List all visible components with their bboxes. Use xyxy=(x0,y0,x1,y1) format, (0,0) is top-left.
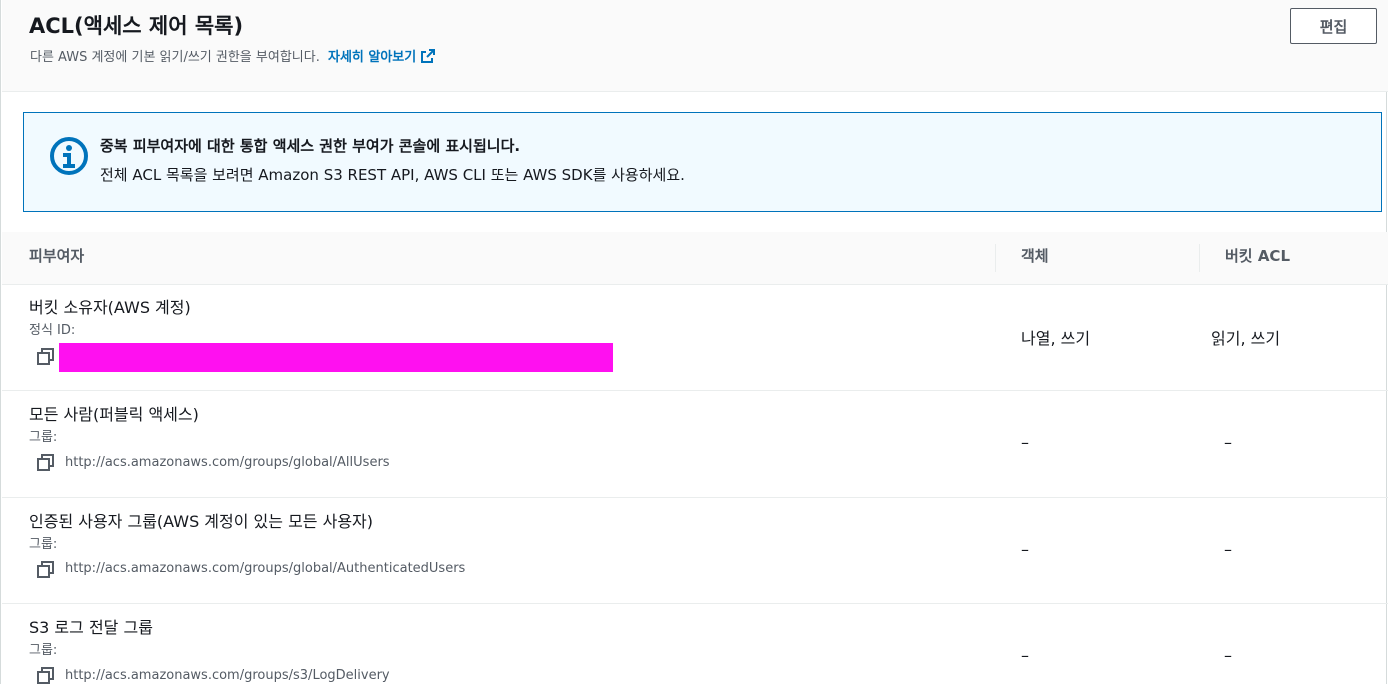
table-row: 버킷 소유자(AWS 계정) 정식 ID: 나열, 쓰기 읽기, 쓰기 xyxy=(2,285,1388,391)
table-row: 모든 사람(퍼블릭 액세스) 그룹: http://acs.amazonaws.… xyxy=(2,391,1388,498)
copy-icon[interactable] xyxy=(37,561,55,579)
description-text: 다른 AWS 계정에 기본 읽기/쓰기 권한을 부여합니다. xyxy=(30,50,320,65)
info-icon xyxy=(50,137,88,175)
column-header-objects: 객체 xyxy=(1021,247,1049,265)
column-header-bucket-acl: 버킷 ACL xyxy=(1225,247,1290,265)
grantee-name: S3 로그 전달 그룹 xyxy=(29,618,153,637)
copy-icon[interactable] xyxy=(37,348,55,366)
grantee-group-label: 그룹: xyxy=(29,537,58,552)
column-header-grantee: 피부여자 xyxy=(29,247,85,265)
table-header: 피부여자 객체 버킷 ACL xyxy=(2,232,1388,285)
group-uri: http://acs.amazonaws.com/groups/global/A… xyxy=(65,455,390,470)
objects-permission: – xyxy=(1021,646,1029,665)
panel-header: ACL(액세스 제어 목록) 다른 AWS 계정에 기본 읽기/쓰기 권한을 부… xyxy=(2,0,1388,92)
redacted-canonical-id xyxy=(59,343,613,372)
grantee-name: 인증된 사용자 그룹(AWS 계정이 있는 모든 사용자) xyxy=(29,512,374,531)
bucket-acl-permission: – xyxy=(1224,540,1232,559)
group-uri: http://acs.amazonaws.com/groups/global/A… xyxy=(65,561,466,576)
group-uri: http://acs.amazonaws.com/groups/s3/LogDe… xyxy=(65,668,390,683)
table-row: S3 로그 전달 그룹 그룹: http://acs.amazonaws.com… xyxy=(2,604,1388,684)
external-link-icon xyxy=(421,49,436,63)
panel-description: 다른 AWS 계정에 기본 읽기/쓰기 권한을 부여합니다. 자세히 알아보기 xyxy=(30,46,436,65)
learn-more-link[interactable]: 자세히 알아보기 xyxy=(327,49,436,65)
page-title: ACL(액세스 제어 목록) xyxy=(29,14,244,38)
bucket-acl-permission: 읽기, 쓰기 xyxy=(1211,329,1281,348)
column-divider xyxy=(1199,244,1200,272)
bucket-acl-permission: – xyxy=(1224,646,1232,665)
alert-body: 전체 ACL 목록을 보려면 Amazon S3 REST API, AWS C… xyxy=(100,166,685,184)
copy-icon[interactable] xyxy=(37,667,55,685)
acl-panel: ACL(액세스 제어 목록) 다른 AWS 계정에 기본 읽기/쓰기 권한을 부… xyxy=(0,0,1388,684)
grantee-id-label: 정식 ID: xyxy=(29,323,76,338)
grantee-name: 버킷 소유자(AWS 계정) xyxy=(29,298,191,317)
column-divider xyxy=(995,244,996,272)
objects-permission: 나열, 쓰기 xyxy=(1021,329,1091,348)
bucket-acl-permission: – xyxy=(1224,433,1232,452)
edit-button[interactable]: 편집 xyxy=(1290,8,1377,44)
grantee-name: 모든 사람(퍼블릭 액세스) xyxy=(29,405,199,424)
learn-more-label: 자세히 알아보기 xyxy=(327,50,417,65)
objects-permission: – xyxy=(1021,433,1029,452)
objects-permission: – xyxy=(1021,540,1029,559)
copy-icon[interactable] xyxy=(37,454,55,472)
table-row: 인증된 사용자 그룹(AWS 계정이 있는 모든 사용자) 그룹: http:/… xyxy=(2,498,1388,604)
alert-title: 중복 피부여자에 대한 통합 액세스 권한 부여가 콘솔에 표시됩니다. xyxy=(100,137,521,155)
grantee-group-label: 그룹: xyxy=(29,430,58,445)
info-alert: 중복 피부여자에 대한 통합 액세스 권한 부여가 콘솔에 표시됩니다. 전체 … xyxy=(23,112,1382,212)
grantee-group-label: 그룹: xyxy=(29,643,58,658)
